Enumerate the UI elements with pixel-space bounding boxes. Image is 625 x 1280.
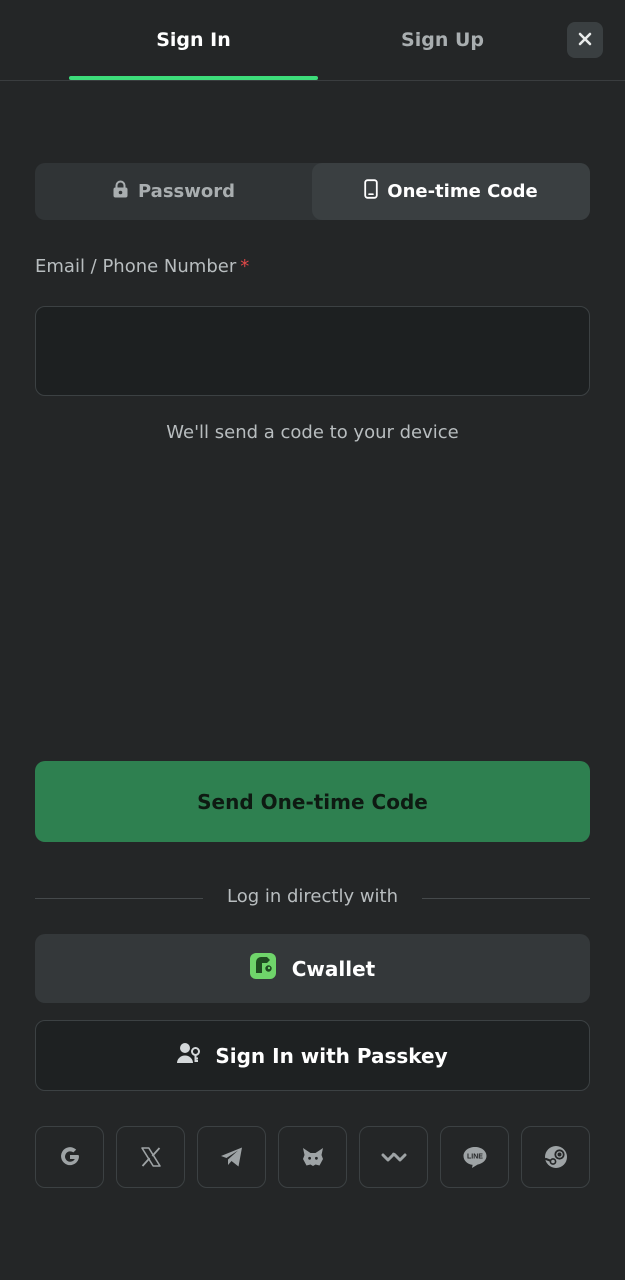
helper-text: We'll send a code to your device (166, 422, 459, 443)
metamask-login-button[interactable] (278, 1126, 347, 1188)
tab-sign-up[interactable]: Sign Up (318, 0, 567, 80)
required-marker: * (240, 256, 250, 277)
send-code-button[interactable]: Send One-time Code (35, 761, 590, 842)
cwallet-login-button[interactable]: Cwallet (35, 934, 590, 1003)
phone-icon (364, 179, 378, 204)
one-time-code-option[interactable]: One-time Code (312, 163, 590, 220)
divider-text: Log in directly with (226, 886, 399, 907)
one-time-code-option-label: One-time Code (387, 181, 538, 202)
email-phone-label-text: Email / Phone Number (35, 256, 237, 277)
email-phone-input[interactable] (35, 306, 590, 396)
close-button[interactable] (567, 22, 603, 58)
password-option-label: Password (137, 181, 236, 202)
walletconnect-login-button[interactable] (359, 1126, 428, 1188)
google-login-button[interactable] (35, 1126, 104, 1188)
tab-sign-in[interactable]: Sign In (69, 0, 318, 80)
telegram-icon (220, 1146, 244, 1168)
x-icon (140, 1146, 162, 1168)
password-option[interactable]: Password (35, 163, 312, 220)
line-badge-text: LINE (467, 1154, 483, 1161)
line-icon: LINE (462, 1145, 488, 1169)
sign-in-dialog: Sign In Sign Up Password One-time Code E… (0, 0, 625, 1280)
line-login-button[interactable]: LINE (440, 1126, 509, 1188)
steam-icon (543, 1144, 569, 1170)
close-icon (577, 28, 593, 52)
auth-tabs: Sign In Sign Up (0, 0, 625, 81)
cwallet-icon (249, 953, 276, 984)
telegram-login-button[interactable] (197, 1126, 266, 1188)
metamask-icon (301, 1146, 325, 1168)
cwallet-label: Cwallet (291, 956, 376, 981)
x-login-button[interactable] (116, 1126, 185, 1188)
divider-line-right (422, 898, 590, 899)
steam-login-button[interactable] (521, 1126, 590, 1188)
passkey-label: Sign In with Passkey (215, 1043, 448, 1068)
passkey-icon (177, 1042, 201, 1069)
google-icon (58, 1145, 82, 1169)
lock-icon (112, 180, 129, 203)
active-tab-indicator (69, 76, 318, 80)
passkey-login-button[interactable]: Sign In with Passkey (35, 1020, 590, 1091)
social-login-row: LINE (35, 1126, 590, 1188)
walletconnect-icon (381, 1149, 407, 1165)
login-method-switch: Password One-time Code (35, 163, 590, 220)
email-phone-label: Email / Phone Number * (35, 256, 249, 277)
